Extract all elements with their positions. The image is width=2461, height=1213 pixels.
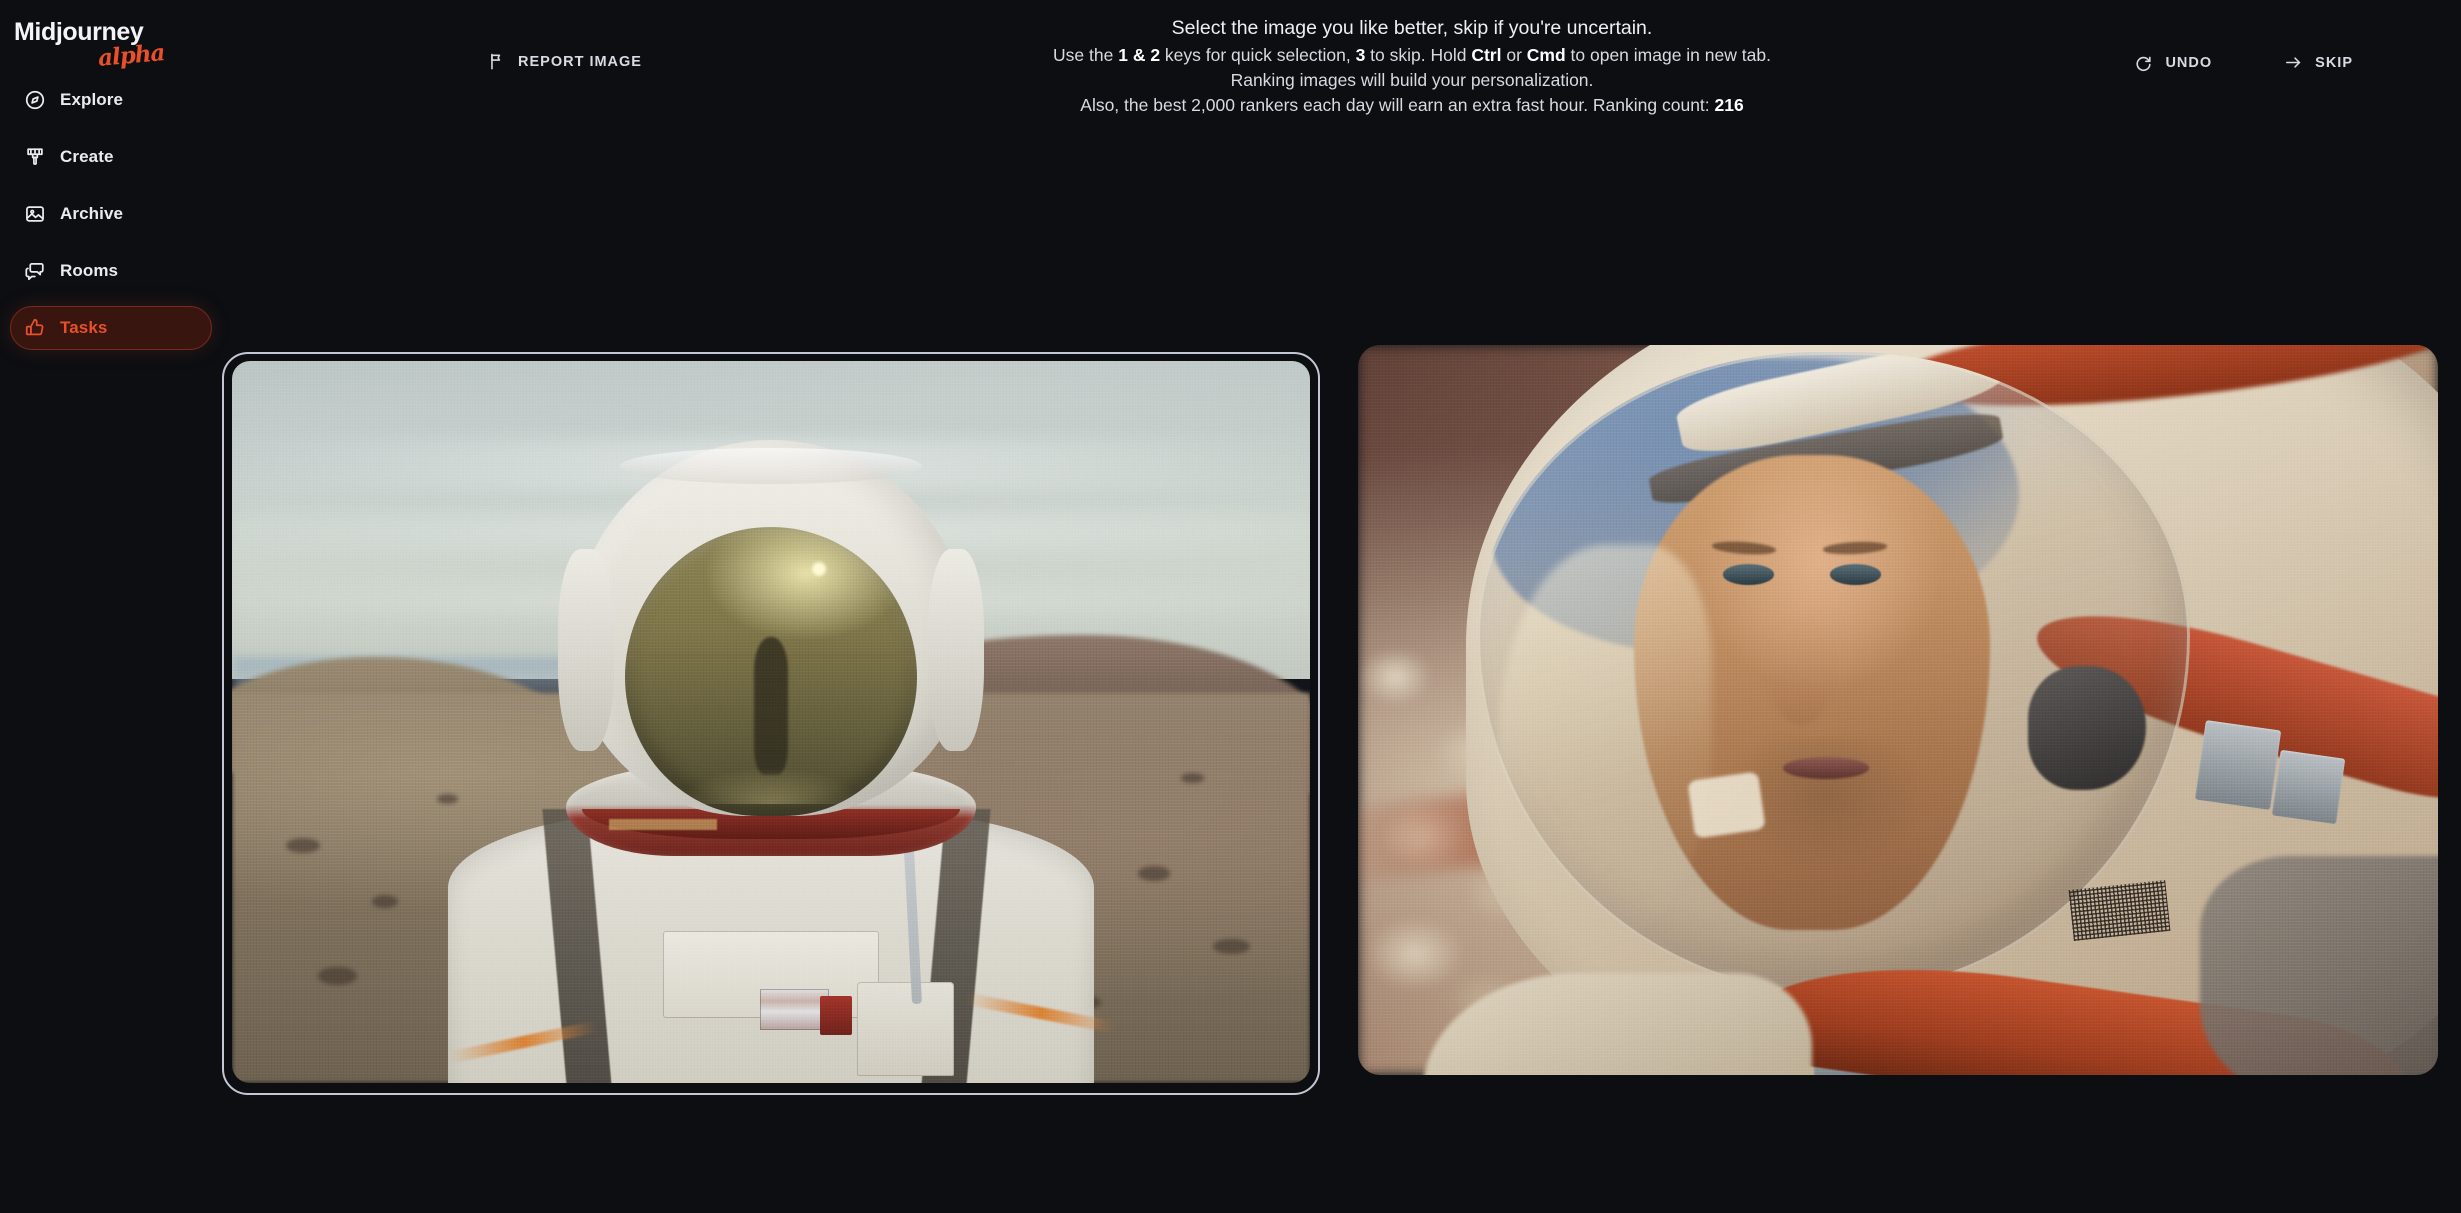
image-option-left[interactable] — [222, 345, 1320, 1095]
undo-label: UNDO — [2165, 54, 2213, 71]
paintbrush-icon — [24, 146, 46, 168]
instruction-line-2: Use the 1 & 2 keys for quick selection, … — [702, 43, 2122, 68]
undo-button[interactable]: UNDO — [2134, 53, 2212, 72]
instruction-line-3: Ranking images will build your personali… — [1230, 70, 1594, 90]
sidebar-item-label: Explore — [60, 90, 124, 109]
instruction-l2-i: to open image in new tab. — [1565, 45, 1771, 65]
shoulder-harness — [2200, 856, 2438, 1075]
image-right-thumbnail[interactable] — [1358, 345, 2438, 1075]
instruction-line-4: Also, the best 2,000 rankers each day wi… — [702, 93, 2122, 118]
tool-pouch — [857, 981, 955, 1076]
key-1-2: 1 & 2 — [1118, 45, 1161, 65]
brand-alpha-tag: alpha — [96, 39, 166, 72]
instruction-l2-c: keys for quick selection, — [1160, 45, 1356, 65]
sidebar-item-create[interactable]: Create — [10, 135, 212, 179]
report-image-button[interactable]: REPORT IMAGE — [488, 52, 642, 71]
red-clip — [819, 996, 852, 1036]
key-3: 3 — [1355, 45, 1366, 65]
gold-visor — [625, 527, 917, 816]
helmet-seam — [620, 447, 922, 484]
skip-button[interactable]: SKIP — [2284, 53, 2353, 72]
key-ctrl: Ctrl — [1471, 45, 1502, 65]
chat-bubbles-icon — [24, 260, 46, 282]
sidebar-item-label: Archive — [60, 204, 124, 223]
helmet-latch — [2271, 749, 2346, 824]
vent-mesh — [2068, 880, 2171, 942]
image-option-right[interactable] — [1358, 345, 2438, 1075]
sidebar-item-label: Rooms — [60, 261, 119, 280]
astronaut-face-closeup-artwork — [1358, 345, 2438, 1075]
instruction-l4-a: Also, the best 2,000 rankers each day wi… — [1080, 95, 1715, 115]
headset-earcup — [2027, 666, 2147, 791]
helmet-side-pod — [557, 548, 614, 751]
brand-logo[interactable]: Midjourney alpha — [14, 14, 204, 76]
flag-icon — [488, 52, 507, 71]
instruction-l2-a: Use the — [1053, 45, 1119, 65]
thumbs-up-icon — [24, 317, 46, 339]
sidebar-item-archive[interactable]: Archive — [10, 192, 212, 236]
instruction-l2-g: or — [1501, 45, 1527, 65]
image-icon — [24, 203, 46, 225]
rotate-ccw-icon — [2134, 53, 2153, 72]
instructions-block: Select the image you like better, skip i… — [702, 14, 2122, 118]
instruction-line-1: Select the image you like better, skip i… — [1171, 17, 1653, 39]
image-comparison-stage — [0, 345, 2461, 1105]
instruction-l2-e: to skip. Hold — [1365, 45, 1472, 65]
helmet-side-pod — [928, 548, 985, 751]
sidebar-item-explore[interactable]: Explore — [10, 78, 212, 122]
skip-label: SKIP — [2315, 54, 2353, 71]
sidebar-item-rooms[interactable]: Rooms — [10, 249, 212, 293]
sidebar-item-tasks[interactable]: Tasks — [10, 306, 212, 350]
astronaut-gold-visor-artwork — [232, 361, 1310, 1083]
neck-ring-label — [609, 819, 718, 831]
sidebar-nav: Explore Create Archive Rooms Tasks — [0, 78, 222, 363]
key-cmd: Cmd — [1526, 45, 1566, 65]
visor-lower-glow — [660, 752, 882, 805]
helmet-latch — [2195, 719, 2282, 810]
sidebar-item-label: Create — [60, 147, 114, 166]
flag-patch — [760, 989, 830, 1030]
report-image-label: REPORT IMAGE — [518, 53, 642, 70]
ground-rock — [1180, 772, 1205, 783]
brand-name: Midjourney — [14, 18, 144, 46]
ground-rock — [318, 967, 358, 985]
sidebar-item-label: Tasks — [60, 318, 108, 337]
topbar-actions: UNDO SKIP — [2134, 53, 2353, 72]
ground-rock — [1212, 938, 1250, 955]
arrow-right-icon — [2284, 53, 2303, 72]
topbar: REPORT IMAGE Select the image you like b… — [222, 0, 2461, 140]
ranking-count-value: 216 — [1714, 95, 1744, 115]
compass-icon — [24, 89, 46, 111]
image-left-thumbnail[interactable] — [232, 361, 1310, 1083]
ground-rock — [1137, 866, 1170, 881]
visor-sun-glint — [811, 561, 827, 577]
